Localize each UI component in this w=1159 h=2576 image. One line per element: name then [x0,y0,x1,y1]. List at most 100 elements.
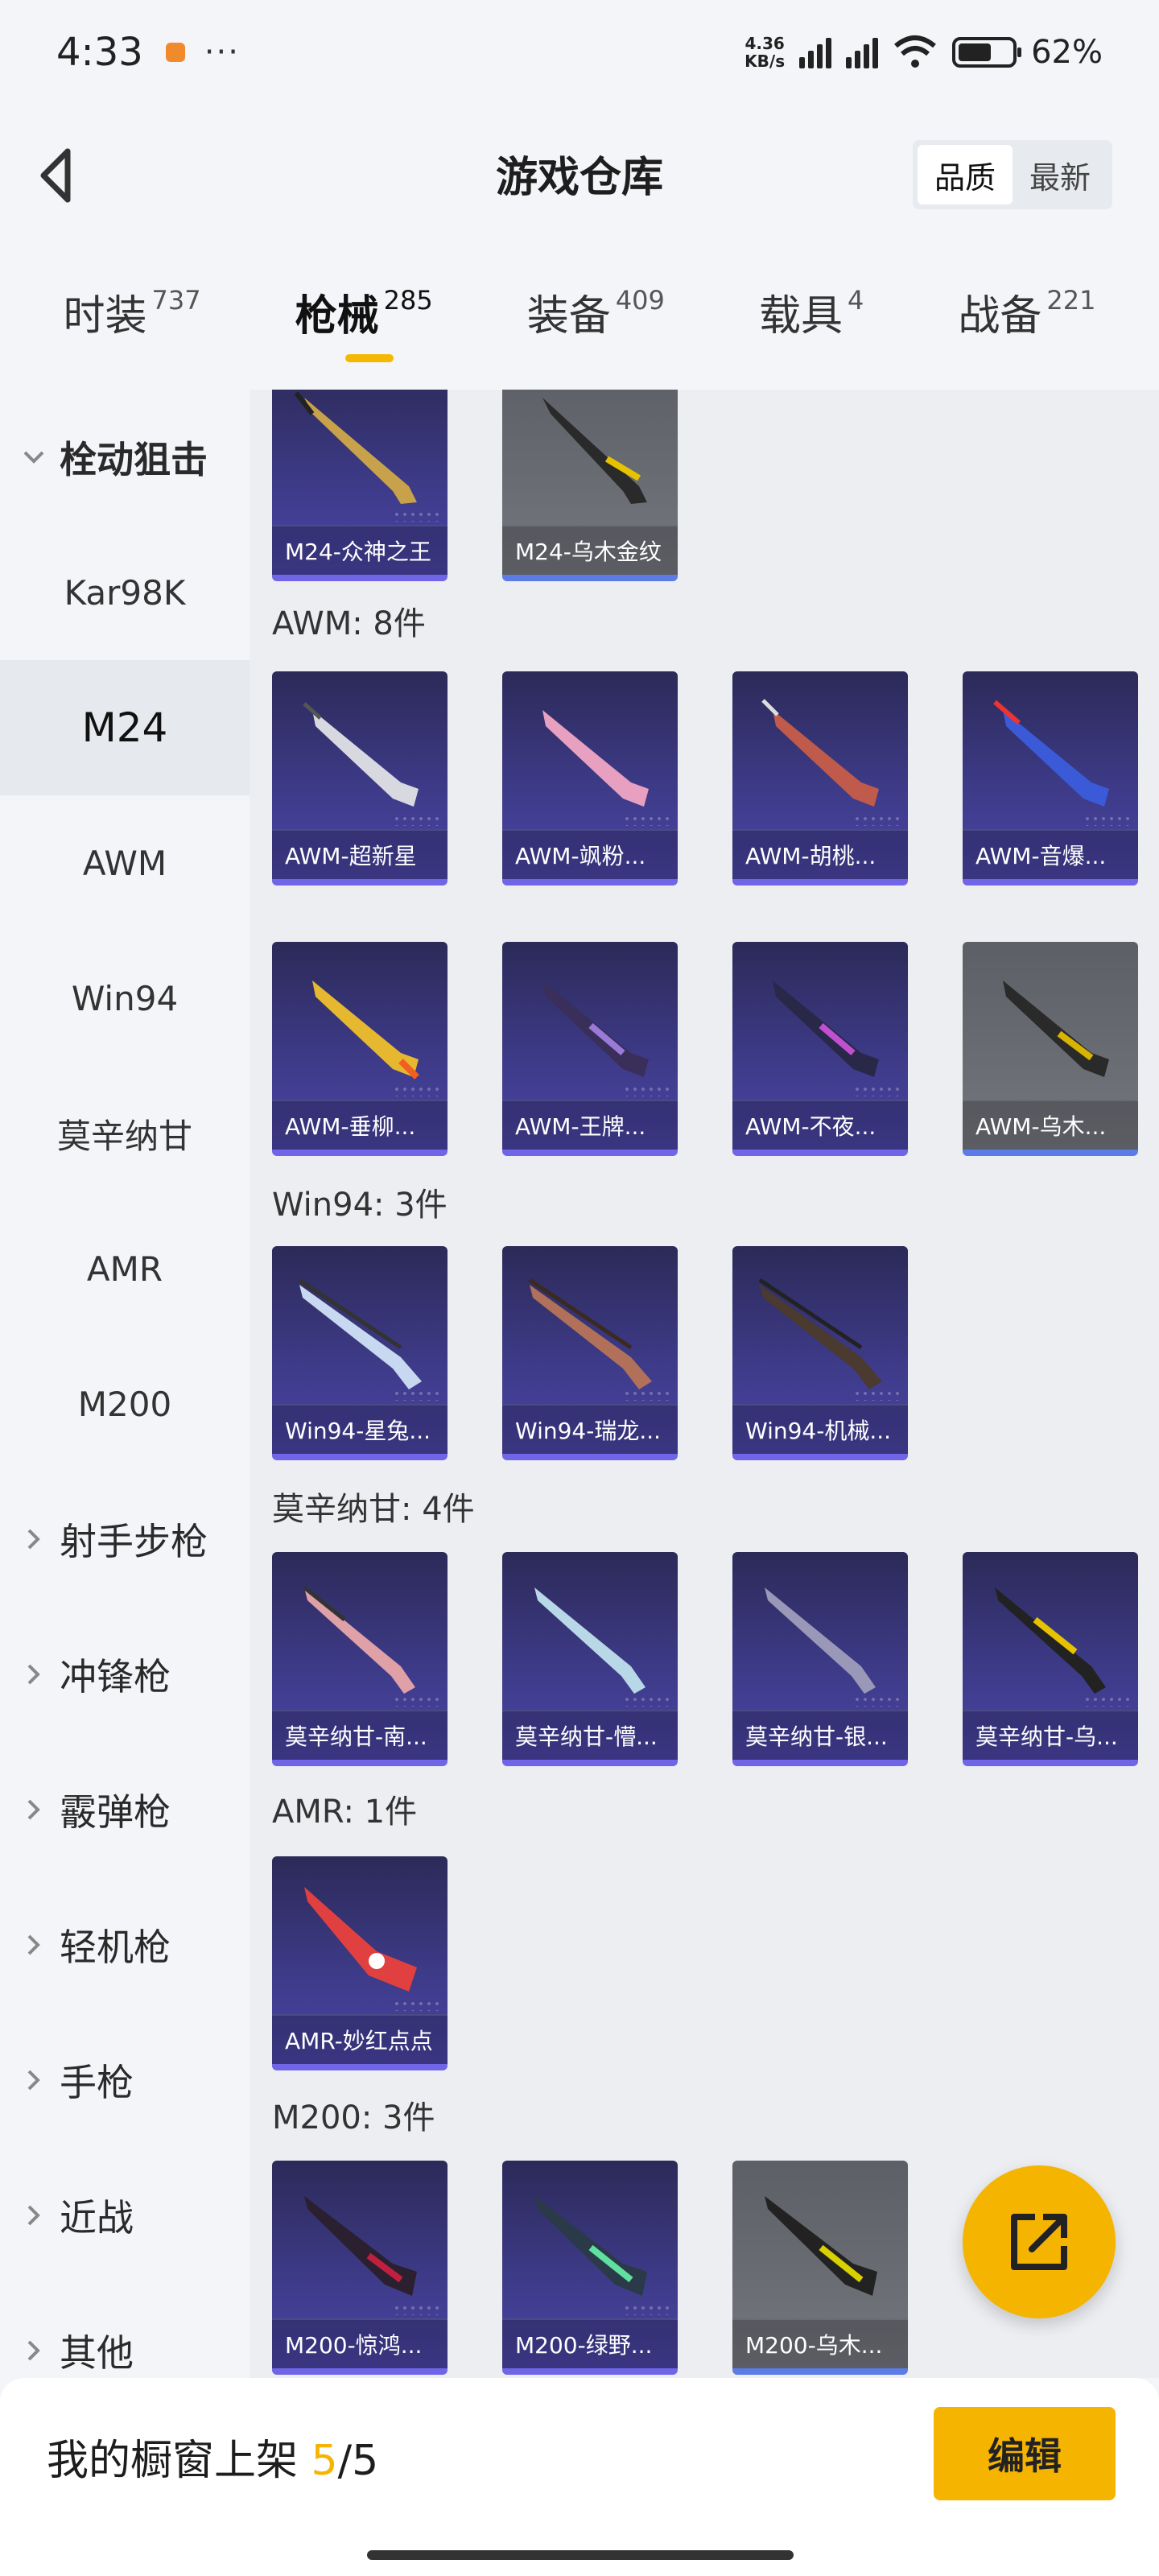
item-card[interactable]: 莫辛纳甘-懵... [502,1552,678,1766]
card-pattern [393,510,441,522]
tab-vehicles[interactable]: 载具 4 [759,274,864,342]
card-pattern [623,2304,671,2315]
sidebar-item-mosin[interactable]: 莫辛纳甘 [0,1066,250,1201]
item-card[interactable]: Win94-星兔... [272,1246,448,1460]
item-card[interactable]: Win94-瑞龙... [502,1246,678,1460]
item-card[interactable]: 莫辛纳甘-银... [732,1552,908,1766]
item-name: 莫辛纳甘-乌... [963,1710,1138,1760]
sidebar-group-pistol[interactable]: 手枪 [0,2013,250,2148]
section-title-m200: M200: 3件 [272,2099,435,2136]
item-name: AWM-垂柳... [272,1100,448,1150]
rifle-icon [542,398,647,504]
item-card[interactable]: AWM-乌木... [963,942,1138,1156]
section-title-amr: AMR: 1件 [272,1794,418,1831]
home-indicator[interactable] [367,2550,794,2560]
share-fab-button[interactable] [963,2165,1116,2318]
item-card[interactable]: 莫辛纳甘-南... [272,1552,448,1766]
showcase-text: 我的橱窗上架 [47,2437,311,2485]
card-pattern [1083,1695,1132,1707]
app-header: 游戏仓库 品质 最新 [0,121,1159,225]
item-card[interactable]: AWM-音爆... [963,671,1138,886]
section-title-mosin: 莫辛纳甘: 4件 [272,1491,475,1528]
showcase-label: 我的橱窗上架 5/5 [47,2426,378,2487]
tab-count: 4 [847,285,864,316]
tab-guns[interactable]: 枪械 285 [295,274,433,362]
sidebar-item-kar98k[interactable]: Kar98K [0,525,250,660]
signal-icon-2 [846,36,879,68]
sidebar-group-other[interactable]: 其他 [0,2283,250,2378]
item-name: 莫辛纳甘-懵... [502,1710,678,1760]
sidebar-group-melee[interactable]: 近战 [0,2148,250,2283]
tab-count: 285 [383,285,433,316]
sidebar-group-label: 手枪 [60,2061,134,2104]
tab-label: 载具 [758,292,843,341]
item-card[interactable]: M200-绿野... [502,2161,678,2375]
item-name: AWM-乌木... [963,1100,1138,1150]
item-card[interactable]: AWM-王牌... [502,942,678,1156]
chevron-right-icon [19,1930,48,1959]
wifi-icon [894,35,937,68]
sidebar-group-shotgun[interactable]: 霰弹枪 [0,1742,250,1877]
status-time: 4:33 [56,30,143,75]
item-card[interactable]: M24-众神之王 [272,390,448,581]
rifle-icon [534,1587,645,1694]
status-bar: 4:33 ··· 4.36 KB/s 62% [0,0,1159,105]
battery-level: 62% [1031,34,1103,71]
sidebar-group-bolt-sniper[interactable]: 栓动狙击 [0,390,250,525]
sidebar-group-smg[interactable]: 冲锋枪 [0,1607,250,1742]
sidebar-item-win94[interactable]: Win94 [0,931,250,1066]
rifle-icon [312,980,419,1080]
item-card[interactable]: 莫辛纳甘-乌... [963,1552,1138,1766]
chevron-right-icon [19,2201,48,2230]
sidebar-item-awm[interactable]: AWM [0,795,250,931]
sort-quality-button[interactable]: 品质 [918,145,1013,204]
item-card[interactable]: AWM-飒粉... [502,671,678,886]
sidebar-item-m24[interactable]: M24 [0,660,250,795]
showcase-total: /5 [337,2437,379,2485]
sidebar-group-label: 其他 [60,2331,134,2375]
tab-fashion[interactable]: 时装 737 [64,274,201,342]
item-card[interactable]: M200-乌木... [732,2161,908,2375]
section-title-win94: Win94: 3件 [272,1187,448,1224]
showcase-bar: 我的橱窗上架 5/5 编辑 [0,2378,1159,2576]
rifle-icon [765,2196,877,2296]
card-pattern [393,1085,441,1096]
tab-equipment[interactable]: 装备 409 [527,274,665,342]
item-card[interactable]: AWM-不夜... [732,942,908,1156]
item-name: AWM-飒粉... [502,829,678,879]
sidebar-group-label: 射手步枪 [60,1520,208,1563]
item-card[interactable]: M200-惊鸿... [272,2161,448,2375]
sidebar-item-amr[interactable]: AMR [0,1201,250,1336]
item-card[interactable]: M24-乌木金纹 [502,390,678,581]
tab-gear[interactable]: 战备 221 [958,274,1095,342]
item-name: AWM-不夜... [732,1100,908,1150]
rifle-icon [761,699,879,807]
item-card[interactable]: AMR-妙红点点 [272,1856,448,2070]
chevron-down-icon [19,443,48,472]
sidebar-group-lmg[interactable]: 轻机枪 [0,1877,250,2013]
sort-newest-button[interactable]: 最新 [1013,145,1107,204]
rifle-icon [995,1587,1106,1694]
sidebar-group-marksman[interactable]: 射手步枪 [0,1472,250,1607]
rifle-icon [294,391,417,504]
sidebar-group-label: 霰弹枪 [60,1790,171,1834]
item-card[interactable]: AWM-垂柳... [272,942,448,1156]
item-name: AWM-胡桃... [732,829,908,879]
sidebar-item-m200[interactable]: M200 [0,1336,250,1472]
page-title: 游戏仓库 [495,153,663,202]
card-pattern [853,1695,901,1707]
tab-label: 装备 [526,292,611,341]
edit-button[interactable]: 编辑 [934,2407,1116,2500]
card-pattern [623,1695,671,1707]
card-pattern [853,1389,901,1401]
item-name: Win94-星兔... [272,1404,448,1454]
back-arrow-icon[interactable] [32,143,89,208]
item-grid: M24-众神之王 M24-乌木金纹 AWM: 8件 AWM-超新星 AWM-飒粉… [250,390,1159,2378]
item-card[interactable]: Win94-机械... [732,1246,908,1460]
card-pattern [853,1085,901,1096]
item-card[interactable]: AWM-超新星 [272,671,448,886]
item-card[interactable]: AWM-胡桃... [732,671,908,886]
card-pattern [393,1695,441,1707]
rifle-icon [303,702,419,807]
rifle-icon [542,980,649,1077]
